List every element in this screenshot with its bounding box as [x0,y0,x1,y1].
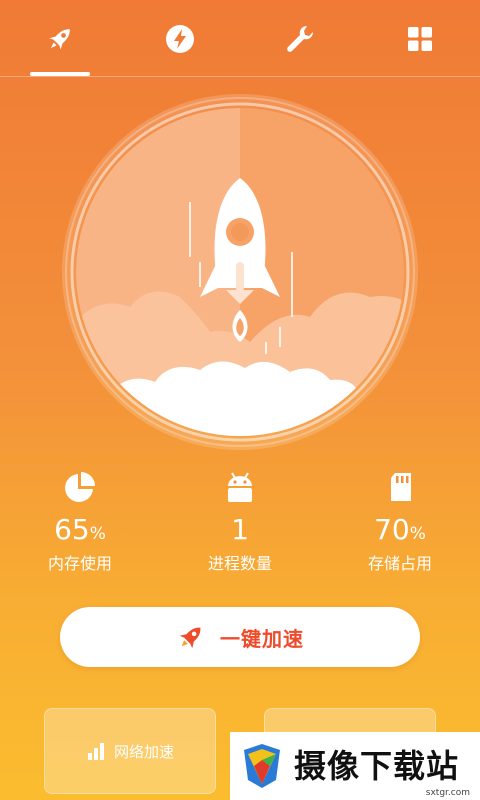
watermark-domain: sxtgr.com [425,788,470,798]
watermark: 摄像下载站 sxtgr.com [230,732,480,800]
stat-memory: 65% 内存使用 [0,470,160,580]
rocket-icon [179,627,201,649]
stat-value: 65% [54,513,106,546]
sd-card-icon [391,473,411,501]
tab-power[interactable] [120,0,240,78]
tab-divider [0,76,480,77]
android-icon [228,472,252,502]
rocket-icon [49,29,70,50]
stat-processes: 1 进程数量 [160,470,320,580]
boost-hero-graphic[interactable] [60,92,420,452]
wrench-icon [287,25,314,52]
tab-boost[interactable] [0,0,120,78]
stat-label: 内存使用 [47,554,112,573]
tab-more[interactable] [360,0,480,78]
stat-label: 进程数量 [207,554,272,573]
signal-bars-icon [87,743,104,760]
top-tab-bar [0,0,480,78]
boost-button-label: 一键加速 [220,626,304,651]
lightning-icon [166,25,194,53]
watermark-logo-icon [244,744,280,788]
network-boost-card[interactable]: 网络加速 [44,708,216,794]
tab-tools[interactable] [240,0,360,78]
watermark-brand: 摄像下载站 [294,747,460,785]
one-tap-boost-button[interactable]: 一键加速 [60,607,420,667]
stats-row: 65% 内存使用 1 进程数量 70% 存储占用 [0,470,480,580]
stat-storage: 70% 存储占用 [320,470,480,580]
stat-value: 1 [231,513,249,546]
pie-chart-icon [65,472,95,502]
grid-icon [408,27,432,51]
card-label: 网络加速 [113,742,174,761]
stat-label: 存储占用 [367,554,432,573]
stat-value: 70% [374,513,426,546]
